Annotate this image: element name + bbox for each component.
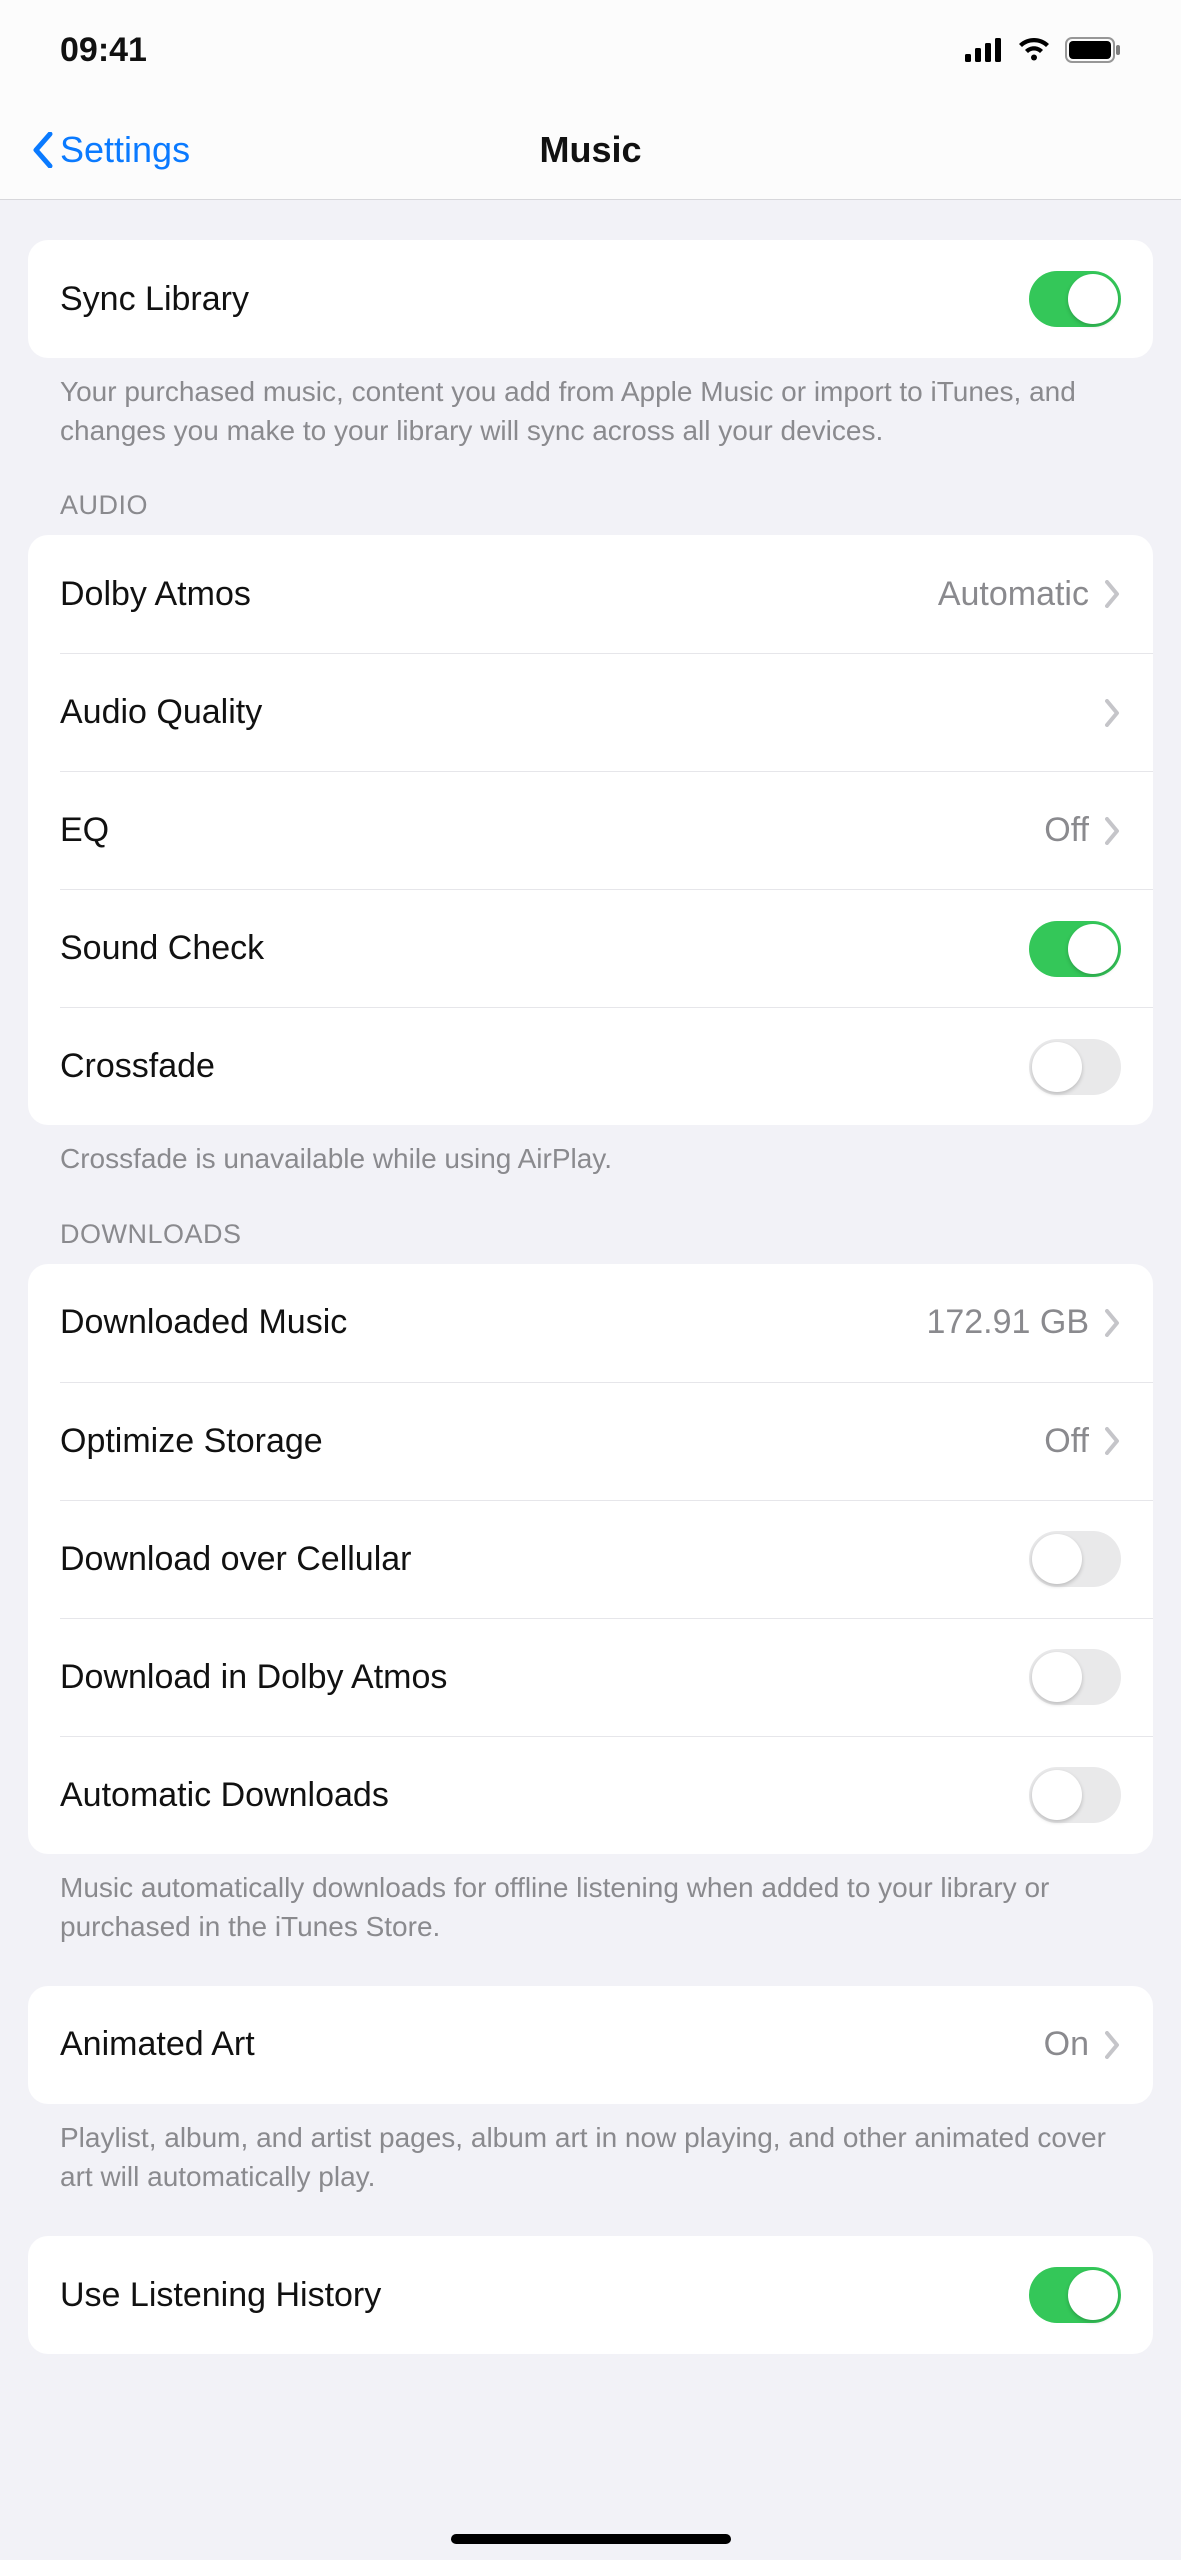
chevron-left-icon: [32, 132, 54, 168]
row-label: Sync Library: [60, 280, 1029, 319]
row-label: Download over Cellular: [60, 1540, 1029, 1579]
chevron-right-icon: [1105, 699, 1121, 727]
row-detail: On: [1044, 2025, 1089, 2064]
animated-art-footer: Playlist, album, and artist pages, album…: [0, 2104, 1181, 2196]
row-detail: 172.91 GB: [926, 1303, 1089, 1342]
status-bar: 09:41: [0, 0, 1181, 100]
sync-group: Sync Library: [28, 240, 1153, 358]
downloads-group: Downloaded Music 172.91 GB Optimize Stor…: [28, 1264, 1153, 1854]
toggle-crossfade[interactable]: [1029, 1039, 1121, 1095]
row-dolby-atmos[interactable]: Dolby Atmos Automatic: [28, 535, 1153, 653]
chevron-right-icon: [1105, 2031, 1121, 2059]
animated-art-group: Animated Art On: [28, 1986, 1153, 2104]
downloads-section: DOWNLOADS Downloaded Music 172.91 GB Opt…: [0, 1219, 1181, 1946]
row-label: Optimize Storage: [60, 1422, 1044, 1461]
toggle-download-over-cellular[interactable]: [1029, 1531, 1121, 1587]
listening-section: Use Listening History: [0, 2236, 1181, 2354]
wifi-icon: [1017, 38, 1051, 62]
chevron-right-icon: [1105, 1427, 1121, 1455]
row-crossfade[interactable]: Crossfade: [60, 1007, 1153, 1125]
row-use-listening-history[interactable]: Use Listening History: [28, 2236, 1153, 2354]
audio-group: Dolby Atmos Automatic Audio Quality EQ O…: [28, 535, 1153, 1125]
back-label: Settings: [60, 129, 190, 171]
row-label: Crossfade: [60, 1047, 1029, 1086]
row-sync-library[interactable]: Sync Library: [28, 240, 1153, 358]
row-animated-art[interactable]: Animated Art On: [28, 1986, 1153, 2104]
toggle-sound-check[interactable]: [1029, 921, 1121, 977]
row-downloaded-music[interactable]: Downloaded Music 172.91 GB: [28, 1264, 1153, 1382]
audio-section: AUDIO Dolby Atmos Automatic Audio Qualit…: [0, 490, 1181, 1178]
chevron-right-icon: [1105, 817, 1121, 845]
row-label: Dolby Atmos: [60, 575, 938, 614]
row-label: Automatic Downloads: [60, 1776, 1029, 1815]
status-time: 09:41: [60, 31, 147, 70]
sync-footer: Your purchased music, content you add fr…: [0, 358, 1181, 450]
row-optimize-storage[interactable]: Optimize Storage Off: [60, 1382, 1153, 1500]
sync-section: Sync Library Your purchased music, conte…: [0, 240, 1181, 450]
row-label: Downloaded Music: [60, 1303, 926, 1342]
cellular-icon: [965, 38, 1003, 62]
toggle-download-in-dolby-atmos[interactable]: [1029, 1649, 1121, 1705]
row-detail: Automatic: [938, 575, 1089, 614]
row-download-in-dolby-atmos[interactable]: Download in Dolby Atmos: [60, 1618, 1153, 1736]
status-indicators: [965, 37, 1121, 63]
row-label: EQ: [60, 811, 1044, 850]
row-sound-check[interactable]: Sound Check: [60, 889, 1153, 1007]
audio-header: AUDIO: [0, 490, 1181, 535]
row-label: Download in Dolby Atmos: [60, 1658, 1029, 1697]
battery-icon: [1065, 37, 1121, 63]
back-button[interactable]: Settings: [32, 129, 190, 171]
row-audio-quality[interactable]: Audio Quality: [60, 653, 1153, 771]
downloads-header: DOWNLOADS: [0, 1219, 1181, 1264]
chevron-right-icon: [1105, 1309, 1121, 1337]
row-eq[interactable]: EQ Off: [60, 771, 1153, 889]
row-detail: Off: [1044, 1422, 1089, 1461]
row-label: Use Listening History: [60, 2276, 1029, 2315]
row-detail: Off: [1044, 811, 1089, 850]
listening-group: Use Listening History: [28, 2236, 1153, 2354]
row-download-over-cellular[interactable]: Download over Cellular: [60, 1500, 1153, 1618]
toggle-automatic-downloads[interactable]: [1029, 1767, 1121, 1823]
row-label: Audio Quality: [60, 693, 1089, 732]
toggle-sync-library[interactable]: [1029, 271, 1121, 327]
nav-bar: Settings Music: [0, 100, 1181, 200]
toggle-use-listening-history[interactable]: [1029, 2267, 1121, 2323]
audio-footer: Crossfade is unavailable while using Air…: [0, 1125, 1181, 1178]
animated-art-section: Animated Art On Playlist, album, and art…: [0, 1986, 1181, 2196]
downloads-footer: Music automatically downloads for offlin…: [0, 1854, 1181, 1946]
settings-content: Sync Library Your purchased music, conte…: [0, 240, 1181, 2474]
row-label: Animated Art: [60, 2025, 1044, 2064]
row-label: Sound Check: [60, 929, 1029, 968]
home-indicator[interactable]: [451, 2534, 731, 2544]
row-automatic-downloads[interactable]: Automatic Downloads: [60, 1736, 1153, 1854]
chevron-right-icon: [1105, 580, 1121, 608]
